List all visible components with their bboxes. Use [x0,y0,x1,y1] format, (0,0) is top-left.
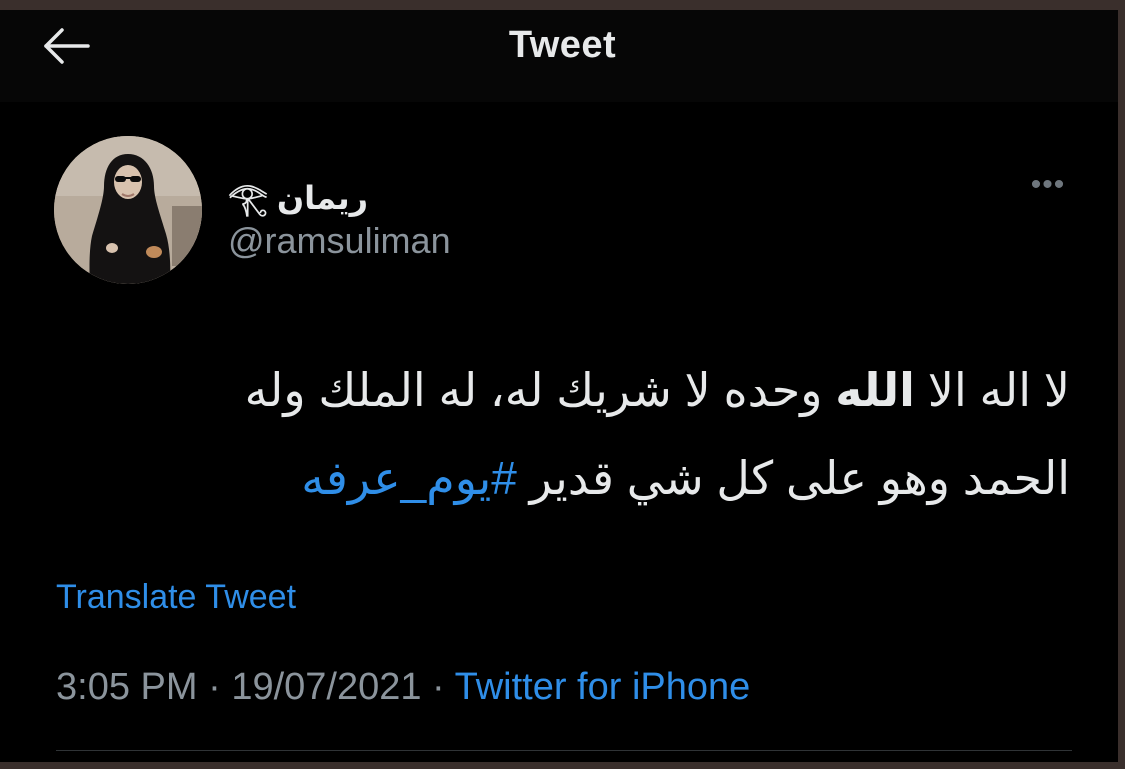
tweet-text-part: الحمد وهو على كل شي قدير [516,452,1070,504]
more-options-button[interactable]: ••• [1024,170,1072,200]
author-display-name[interactable]: ريمان 𓂀 [228,168,388,216]
ellipsis-icon: ••• [1030,168,1066,201]
tweet-date[interactable]: 19/07/2021 [231,666,421,708]
avatar[interactable] [54,136,202,284]
translate-tweet-link[interactable]: Translate Tweet [56,578,296,617]
hashtag-link[interactable]: #يوم_عرفه [301,452,517,504]
tweet-line-2: الحمد وهو على كل شي قدير #يوم_عرفه [84,434,1070,522]
tweet-time[interactable]: 3:05 PM [56,666,198,708]
top-bar: Tweet [0,10,1118,102]
meta-separator: · [197,666,232,708]
tweet-screen: Tweet ريمان 𓂀 @ramsuliman ••• لا اله الا… [0,10,1118,762]
tweet-meta: 3:05 PM · 19/07/2021 · Twitter for iPhon… [56,666,750,709]
profile-photo [54,136,202,284]
tweet-text-part: لا اله الا [914,364,1070,416]
author-handle[interactable]: @ramsuliman [228,220,451,262]
meta-separator: · [421,666,455,708]
tweet-text: لا اله الا الله وحده لا شريك له، له المل… [84,346,1070,522]
tweet-source-link[interactable]: Twitter for iPhone [455,666,751,708]
device-frame: Tweet ريمان 𓂀 @ramsuliman ••• لا اله الا… [0,0,1125,769]
tweet-line-1: لا اله الا الله وحده لا شريك له، له المل… [84,346,1070,434]
tweet-text-part: وحده لا شريك له، له الملك وله [244,364,836,416]
divider [56,750,1072,751]
page-title: Tweet [508,24,617,66]
tweet-text-bold: الله [835,364,915,416]
